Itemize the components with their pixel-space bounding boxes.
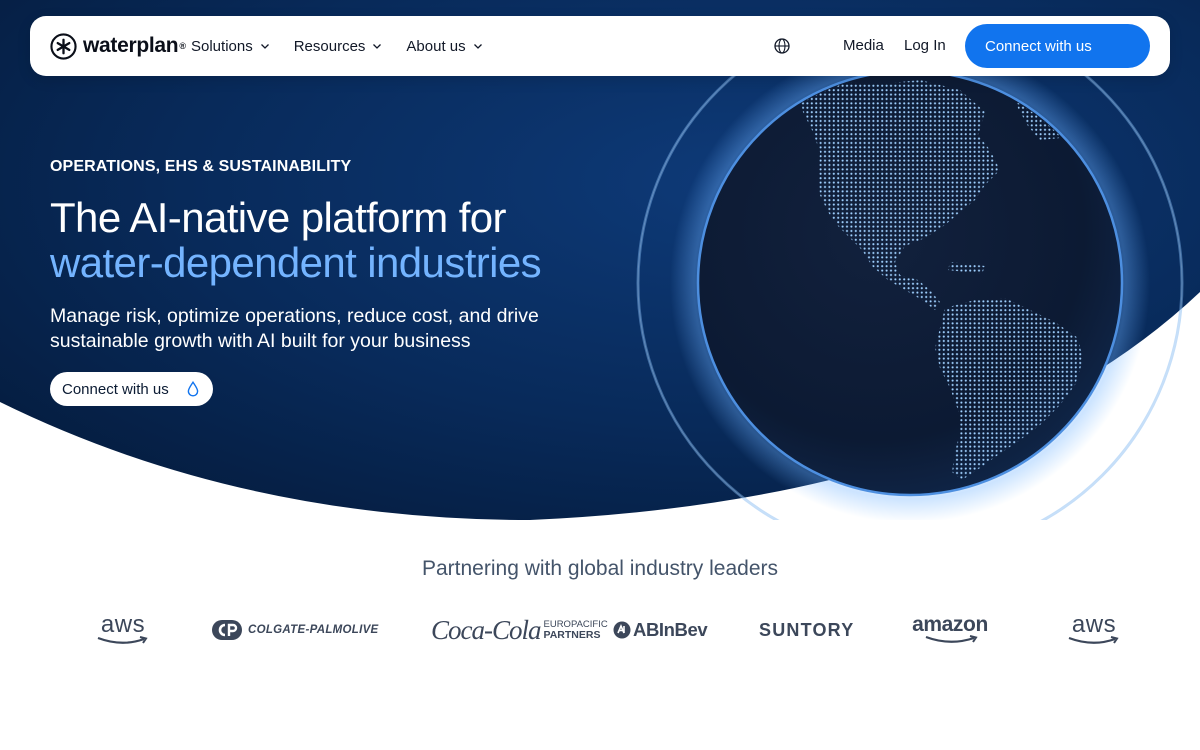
connect-with-us-button[interactable]: Connect with us	[965, 24, 1150, 68]
water-drop-icon	[187, 381, 199, 397]
amazon-smile-icon	[925, 635, 978, 643]
chevron-down-icon	[373, 44, 382, 49]
suntory-wordmark: SUNTORY	[759, 619, 855, 640]
nav-resources-label: Resources	[293, 37, 366, 55]
globe-icon[interactable]	[772, 36, 792, 56]
ab-inbev-wordmark: ABInBev	[633, 619, 708, 640]
login-link[interactable]: Log In	[904, 16, 946, 76]
colgate-palmolive-mark-icon	[212, 620, 242, 640]
connect-with-us-label: Connect with us	[985, 37, 1092, 55]
hero-connect-button[interactable]: Connect with us	[50, 372, 213, 406]
hero-headline-line2: water-dependent industries	[50, 239, 542, 286]
globe-illustration	[636, 40, 1184, 520]
nav-about-us[interactable]: About us	[406, 38, 482, 55]
ab-inbev-mark-icon	[613, 621, 631, 639]
nav-media-link[interactable]: Media	[843, 16, 884, 76]
partner-logo-colgate-palmolive: COLGATE-PALMOLIVE	[211, 610, 379, 650]
nav-solutions[interactable]: Solutions	[191, 38, 270, 55]
coca-cola-script: Coca-Cola	[431, 614, 541, 645]
partner-logo-coca-cola-europacific-partners: Coca-Cola EUROPACIFIC PARTNERS	[431, 610, 608, 650]
hero-headline-line1: The AI-native platform for	[50, 194, 507, 241]
waterplan-logo-mark-icon	[50, 32, 77, 60]
coke-partners: PARTNERS	[543, 629, 601, 641]
hero-connect-label: Connect with us	[62, 380, 169, 398]
nav-about-us-label: About us	[406, 37, 466, 55]
partner-logo-aws: aws	[1067, 610, 1121, 650]
logo-registered-mark: ®	[179, 41, 186, 51]
amazon-wordmark: amazon	[912, 613, 988, 636]
chevron-down-icon	[260, 44, 269, 49]
aws-smile-icon	[97, 636, 148, 644]
aws-smile-icon	[1068, 636, 1119, 644]
hero-headline: The AI-native platform for water-depende…	[50, 196, 610, 286]
hero-subhead: Manage risk, optimize operations, reduce…	[50, 305, 539, 352]
aws-wordmark: aws	[1071, 611, 1117, 638]
waterplan-logo[interactable]: waterplan ®	[50, 32, 186, 60]
nav-solutions-label: Solutions	[191, 37, 253, 55]
partners-title: Partnering with global industry leaders	[421, 557, 779, 580]
colgate-palmolive-wordmark: COLGATE-PALMOLIVE	[248, 624, 379, 636]
hero-eyebrow: OPERATIONS, EHS & SUSTAINABILITY	[50, 158, 352, 175]
aws-wordmark: aws	[100, 611, 146, 638]
nav-resources[interactable]: Resources	[294, 38, 383, 55]
logo-wordmark: waterplan	[83, 34, 179, 57]
top-navbar: waterplan ® Solutions Resources About us …	[30, 16, 1170, 76]
partner-logos: aws COLGATE-PALMOLIVE Coca-Cola EUROPACI…	[0, 610, 1200, 650]
partner-logo-aws: aws	[96, 610, 150, 650]
partner-logo-suntory: SUNTORY	[759, 610, 854, 650]
partner-logo-amazon: amazon	[910, 610, 990, 650]
nav-menu: Solutions Resources About us	[191, 16, 507, 76]
partner-logo-ab-inbev: ABInBev	[613, 610, 708, 650]
chevron-down-icon	[473, 44, 482, 49]
